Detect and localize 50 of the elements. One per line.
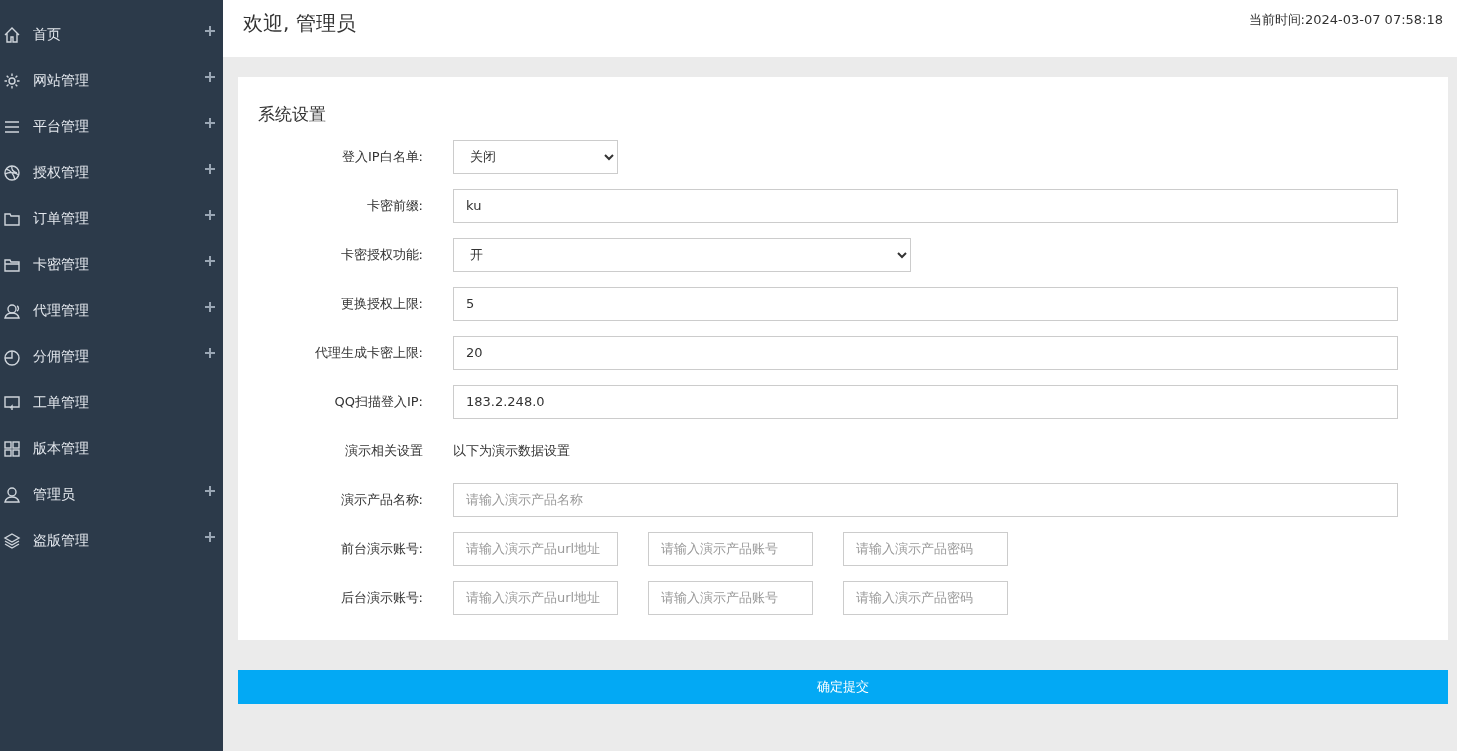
user-icon — [3, 486, 21, 504]
input-field[interactable]: 183.2.248.0 — [453, 384, 1398, 419]
sidebar-item[interactable]: 平台管理 — [0, 104, 223, 150]
input-field[interactable]: 请输入演示产品账号 — [648, 531, 813, 566]
sidebar-item[interactable]: 网站管理 — [0, 58, 223, 104]
welcome-title: 欢迎, 管理员 — [243, 10, 356, 37]
folder-icon — [3, 256, 21, 274]
dropdown-field[interactable]: 开 — [453, 237, 911, 272]
sidebar-item[interactable]: 管理员 — [0, 472, 223, 518]
field-label: QQ扫描登入IP: — [333, 392, 423, 411]
input-field[interactable]: 请输入演示产品url地址 — [453, 531, 618, 566]
input-field[interactable]: 请输入演示产品账号 — [648, 580, 813, 615]
home-icon — [3, 26, 21, 44]
sidebar-item[interactable]: 卡密管理 — [0, 242, 223, 288]
section-title: 系统设置 — [258, 103, 327, 126]
menu-icon — [3, 118, 21, 136]
field-label: 前台演示账号: — [339, 539, 423, 558]
sidebar-item[interactable]: 工单管理 — [0, 380, 223, 426]
ball-icon — [3, 164, 21, 182]
grid-icon — [3, 440, 21, 458]
input-field[interactable]: 20 — [453, 335, 1398, 370]
layers-icon — [3, 532, 21, 550]
field-label: 后台演示账号: — [339, 588, 423, 607]
pie-icon — [3, 348, 21, 366]
field-label: 卡密前缀: — [365, 196, 423, 215]
users-icon — [3, 302, 21, 320]
field-label: 更换授权上限: — [339, 294, 423, 313]
sidebar-item[interactable]: 首页 — [0, 12, 223, 58]
sidebar-item[interactable]: 分佣管理 — [0, 334, 223, 380]
current-time: 当前时间:2024-03-07 07:58:18 — [1248, 11, 1443, 29]
input-field[interactable]: ku — [453, 188, 1398, 223]
field-label: 登入IP白名单: — [340, 147, 423, 166]
sidebar-item[interactable]: 代理管理 — [0, 288, 223, 334]
field-label: 演示相关设置 — [344, 441, 423, 460]
input-field[interactable]: 请输入演示产品url地址 — [453, 580, 618, 615]
sidebar-item[interactable]: 版本管理 — [0, 426, 223, 472]
sidebar-item[interactable]: 授权管理 — [0, 150, 223, 196]
sidebar-item[interactable]: 订单管理 — [0, 196, 223, 242]
input-field[interactable]: 请输入演示产品密码 — [843, 580, 1008, 615]
input-field[interactable]: 请输入演示产品名称 — [453, 482, 1398, 517]
field-label: 代理生成卡密上限: — [313, 343, 423, 362]
sidebar-item[interactable]: 盗版管理 — [0, 518, 223, 564]
monitor-icon — [3, 394, 21, 412]
field-label: 卡密授权功能: — [339, 245, 423, 264]
folder-icon — [3, 210, 21, 228]
input-field[interactable]: 5 — [453, 286, 1398, 321]
input-field[interactable]: 请输入演示产品密码 — [843, 531, 1008, 566]
dropdown-field[interactable]: 关闭 — [453, 139, 618, 174]
note-text: 以下为演示数据设置 — [453, 441, 570, 460]
field-label: 演示产品名称: — [339, 490, 423, 509]
